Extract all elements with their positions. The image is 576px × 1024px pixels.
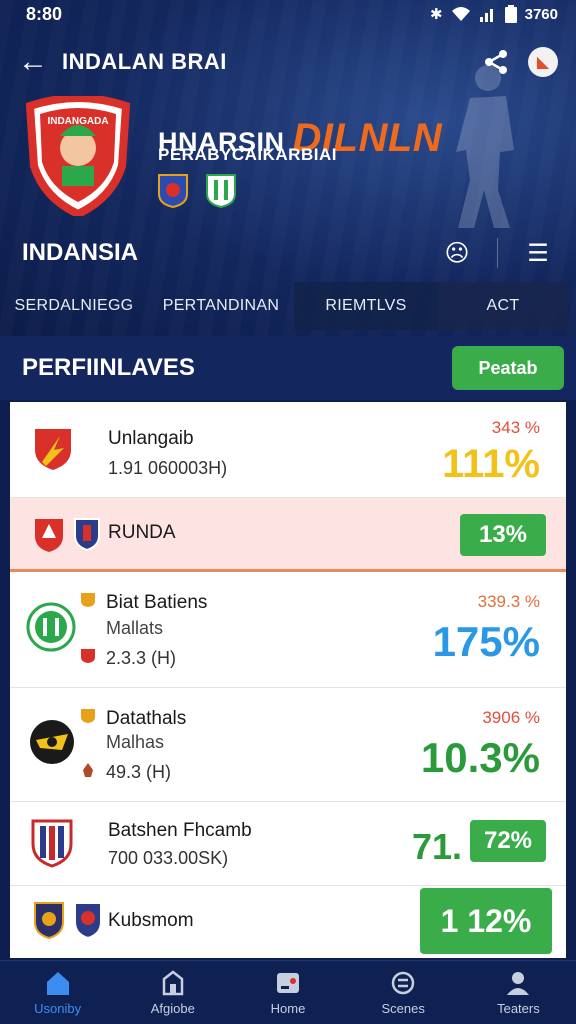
team-meta: 1.91 060003H) [108,458,228,478]
team-crest-icon [34,902,64,940]
team-crest-icon [26,602,76,652]
user-avatar[interactable]: ◣ [528,47,558,77]
list-item[interactable]: Batshen Fhcamb 700 033.00SK) 71. 72% [10,802,566,886]
nav-label: Home [270,1001,306,1016]
team-crest-icon [35,519,63,552]
nav-label: Afgiobe [150,1001,195,1016]
win-percentage-pill: 72% [470,820,546,862]
nav-label: Scenes [381,1001,425,1016]
nav-item-tickets[interactable]: Home [230,961,345,1024]
team-name: Datathals [106,708,187,729]
club-subtitle: PERABYCAIKARBIAI [158,145,337,164]
whistle-icon[interactable]: ☹ [437,239,477,268]
team-subtitle: Mallats [106,618,164,638]
small-crest-icon [81,593,95,607]
bluetooth-icon: ✱ [430,6,443,23]
list-item-highlighted[interactable]: RUNDA 13% [10,498,566,572]
back-arrow-icon[interactable]: ← [18,45,62,79]
nav-item-scenes[interactable]: Scenes [346,961,461,1024]
team-crest-icon [74,518,100,552]
app-bar: ← INDALAN BRAI ◣ [0,38,576,86]
win-percentage-pill: 13% [460,514,546,556]
svg-text:INDANGADA: INDANGADA [47,116,108,127]
store-icon [162,970,184,996]
divider [497,238,498,268]
team-name: RUNDA [108,522,176,543]
nav-item-store[interactable]: Afgiobe [115,961,230,1024]
list-item[interactable]: Kubsmom 1 12% [10,886,566,958]
odds-small: 3906 % [482,708,540,727]
win-percentage: 175% [432,618,540,665]
ticket-icon [277,973,299,993]
win-percentage: 71. [411,826,462,867]
badge-green-icon [206,174,236,208]
status-bar: 8:80 ✱ 3760 [0,0,576,28]
small-crest-icon [83,763,93,777]
win-percentage-pill: 1 12% [420,888,552,954]
page-title: INDALAN BRAI [62,49,227,74]
team-name: Batshen Fhcamb [108,820,252,841]
battery-icon [504,5,517,23]
list-header: PERFIINLAVES Peatab [0,336,576,400]
wifi-icon [451,7,470,21]
section-title: INDANSIA [22,239,139,266]
tab-matches[interactable]: PERTANDINAN [148,282,294,330]
prediction-list: Unlangaib 1.91 060003H) 343 % 111% RUNDA… [10,402,566,958]
profile-icon [507,972,530,995]
small-crest-icon [81,709,95,723]
badge-blue-icon [158,174,188,208]
team-crest-icon [35,429,71,470]
menu-grid-icon[interactable]: ☰ [518,239,558,268]
signal-icon [479,9,493,22]
list-item[interactable]: Biat Batiens Mallats 2.3.3 (H) 339.3 % 1… [10,572,566,688]
tab-results[interactable]: RIEMTLVS [294,282,438,330]
predict-button[interactable]: Peatab [452,346,564,390]
team-name: Kubsmom [108,910,194,931]
share-icon[interactable] [476,47,516,77]
odds-small: 339.3 % [477,592,540,611]
nav-label: Teaters [497,1001,540,1016]
win-percentage: 111% [442,442,540,486]
team-name: Biat Batiens [106,592,208,613]
bottom-nav: Usoniby Afgiobe Home Scenes Teaters [0,960,576,1024]
nav-label: Usoniby [34,1001,82,1016]
tab-standings[interactable]: SERDALNIEGG [0,282,148,330]
team-crest-icon [74,902,102,940]
team-name: Unlangaib [108,428,194,449]
status-time: 8:80 [26,3,63,24]
list-title: PERFIINLAVES [22,354,195,381]
odds-small: 343 % [491,418,540,437]
list-item[interactable]: Datathals Malhas 49.3 (H) 3906 % 10.3% [10,688,566,802]
win-percentage: 10.3% [420,734,540,781]
club-crest-logo: INDANGADA [25,96,131,216]
team-meta: 700 033.00SK) [108,848,229,868]
team-crest-icon [31,819,73,868]
battery-text: 3760 [524,5,558,23]
team-subtitle: Malhas [106,732,165,752]
team-crest-icon [30,720,74,764]
nav-item-profile[interactable]: Teaters [461,961,576,1024]
status-icons: ✱ 3760 [430,5,558,23]
section-row: INDANSIA ☹ ☰ [0,228,576,278]
swap-icon [391,971,415,995]
small-crest-icon [81,649,95,663]
nav-item-home[interactable]: Usoniby [0,961,115,1024]
team-meta: 2.3.3 (H) [106,648,177,668]
club-badges [156,172,238,208]
home-icon [46,972,69,995]
tab-bar: SERDALNIEGG PERTANDINAN RIEMTLVS ACT [0,282,576,330]
list-item[interactable]: Unlangaib 1.91 060003H) 343 % 111% [10,402,566,498]
team-meta: 49.3 (H) [106,762,172,782]
tab-act[interactable]: ACT [438,282,568,330]
